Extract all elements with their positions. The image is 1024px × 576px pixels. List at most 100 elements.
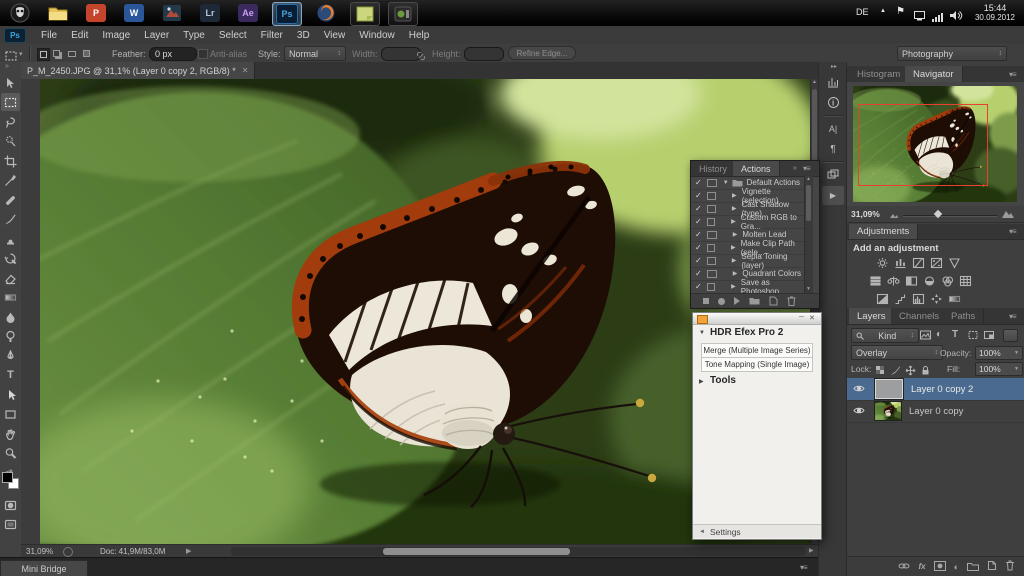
dialog-toggle-icon[interactable] <box>707 231 717 239</box>
actions-menu-icon[interactable]: ▾≡ <box>803 164 810 173</box>
navigator-menu-icon[interactable]: ▾≡ <box>1009 70 1016 79</box>
scroll-up-icon[interactable]: ▲ <box>812 79 817 85</box>
adj-photo-filter-icon[interactable] <box>922 274 937 288</box>
hdr-titlebar[interactable]: ─ ✕ <box>693 313 821 325</box>
histogram-panel-icon[interactable] <box>822 72 844 91</box>
tab-navigator[interactable]: Navigator <box>905 66 963 82</box>
tool-history-brush[interactable] <box>1 249 20 267</box>
dialog-toggle-icon[interactable] <box>707 179 717 187</box>
network-icon[interactable] <box>932 9 944 27</box>
flag-icon[interactable]: ⚑ <box>896 6 905 17</box>
photoshop-icon[interactable]: Ps <box>272 2 302 26</box>
height-input[interactable] <box>464 47 504 61</box>
start-skull-icon[interactable] <box>6 2 34 24</box>
tab-actions[interactable]: Actions <box>733 161 780 176</box>
tool-dodge[interactable] <box>1 327 20 345</box>
tool-spot-healing[interactable] <box>1 191 20 209</box>
blend-mode-select[interactable]: Overlay↕ <box>851 345 943 360</box>
check-icon[interactable]: ✓ <box>695 230 702 239</box>
adj-brightness-icon[interactable] <box>875 256 890 270</box>
selection-subtract-icon[interactable] <box>66 48 77 59</box>
layer-mask-icon[interactable] <box>934 558 946 576</box>
zoom-in-icon[interactable] <box>1001 209 1015 219</box>
hdr-settings-bar[interactable]: ◄ Settings <box>693 524 821 538</box>
hdr-merge-button[interactable]: Merge (Multiple Image Series) <box>701 343 813 358</box>
powerpoint-icon[interactable]: P <box>82 2 110 24</box>
expand-arrow-icon[interactable]: ▶ <box>731 283 736 290</box>
refine-edge-button[interactable]: Refine Edge... <box>508 46 576 60</box>
tool-move[interactable] <box>1 74 20 92</box>
layer-comps-panel-icon[interactable] <box>822 165 844 184</box>
fill-value[interactable]: 100%▼ <box>975 362 1023 376</box>
action-row[interactable]: ✓▶Custom RGB to Gra... <box>691 215 804 229</box>
character-panel-icon[interactable]: A| <box>822 119 844 138</box>
menu-view[interactable]: View <box>317 30 353 41</box>
tool-path-selection[interactable] <box>1 386 20 404</box>
layer-thumbnail-image[interactable] <box>875 402 901 420</box>
tab-adjustments[interactable]: Adjustments <box>849 224 918 239</box>
word-icon[interactable]: W <box>120 2 148 24</box>
tool-hand[interactable] <box>1 425 20 443</box>
check-icon[interactable]: ✓ <box>695 243 702 252</box>
info-panel-icon[interactable]: i <box>822 93 844 112</box>
check-icon[interactable]: ✓ <box>695 282 702 291</box>
scroll-up-icon[interactable]: ▲ <box>806 176 811 182</box>
navigator-view-box[interactable] <box>858 104 988 186</box>
action-row[interactable]: ✓▶Save as Photoshop ... <box>691 280 804 294</box>
adj-levels-icon[interactable] <box>893 256 908 270</box>
check-icon[interactable]: ✓ <box>695 178 702 187</box>
filter-image-icon[interactable] <box>919 328 932 346</box>
check-icon[interactable]: ✓ <box>695 256 702 265</box>
tool-type[interactable]: T <box>1 366 20 384</box>
layer-row-selected[interactable]: Layer 0 copy 2 <box>847 378 1024 401</box>
dialog-toggle-icon[interactable] <box>707 218 715 226</box>
tab-layers[interactable]: Layers <box>849 308 895 324</box>
tab-channels[interactable]: Channels <box>891 308 948 324</box>
new-layer-icon[interactable] <box>987 558 997 576</box>
workspace-select[interactable]: Photography↕ <box>897 46 1007 61</box>
clock[interactable]: 15:44 30.09.2012 <box>970 3 1020 22</box>
collapse-arrow-icon[interactable]: ▼ <box>699 330 705 336</box>
check-icon[interactable]: ✓ <box>695 217 702 226</box>
adjustments-menu-icon[interactable]: ▾≡ <box>1009 227 1016 236</box>
tool-eyedropper[interactable] <box>1 171 20 189</box>
adj-black-white-icon[interactable] <box>904 274 919 288</box>
adj-gradient-map-icon[interactable] <box>947 292 962 306</box>
feather-input[interactable]: 0 px <box>149 47 197 61</box>
color-swatches[interactable] <box>2 472 19 489</box>
delete-action-icon[interactable] <box>787 296 796 306</box>
visibility-eye-icon[interactable] <box>853 402 865 420</box>
menu-filter[interactable]: Filter <box>254 30 290 41</box>
visibility-eye-icon[interactable] <box>853 380 865 398</box>
menu-help[interactable]: Help <box>402 30 437 41</box>
tab-paths[interactable]: Paths <box>943 308 984 324</box>
status-zoom[interactable]: 31,09% <box>26 547 53 556</box>
foreground-color-swatch[interactable] <box>2 472 13 483</box>
status-arrow-icon[interactable]: ▶ <box>186 547 191 555</box>
recorder-icon[interactable] <box>388 2 418 26</box>
menu-type[interactable]: Type <box>176 30 212 41</box>
hdr-tone-mapping-button[interactable]: Tone Mapping (Single Image) <box>701 357 813 372</box>
dialog-toggle-icon[interactable] <box>707 270 717 278</box>
adj-exposure-icon[interactable] <box>929 256 944 270</box>
tool-gradient[interactable] <box>1 288 20 306</box>
tool-blur[interactable] <box>1 308 20 326</box>
filter-type-icon[interactable]: T <box>952 329 958 340</box>
dialog-toggle-icon[interactable] <box>707 192 716 200</box>
actions-scroll-thumb[interactable] <box>806 185 811 221</box>
tool-rectangular-marquee[interactable] <box>1 93 20 111</box>
action-center-icon[interactable] <box>914 8 925 26</box>
action-row[interactable]: ✓▶Sepia Toning (layer) <box>691 254 804 268</box>
layer-group-icon[interactable] <box>967 558 979 576</box>
tool-zoom[interactable] <box>1 444 20 462</box>
dialog-toggle-icon[interactable] <box>707 257 716 265</box>
expand-arrow-icon[interactable]: ▼ <box>723 180 729 186</box>
paragraph-panel-icon[interactable]: ¶ <box>822 140 844 159</box>
adj-selective-color-icon[interactable] <box>929 292 944 306</box>
bridge-icon[interactable] <box>158 2 186 24</box>
tool-lasso[interactable] <box>1 113 20 131</box>
record-icon[interactable] <box>718 298 725 305</box>
menu-select[interactable]: Select <box>212 30 254 41</box>
close-icon[interactable]: ✕ <box>809 314 815 322</box>
tool-brush[interactable] <box>1 210 20 228</box>
